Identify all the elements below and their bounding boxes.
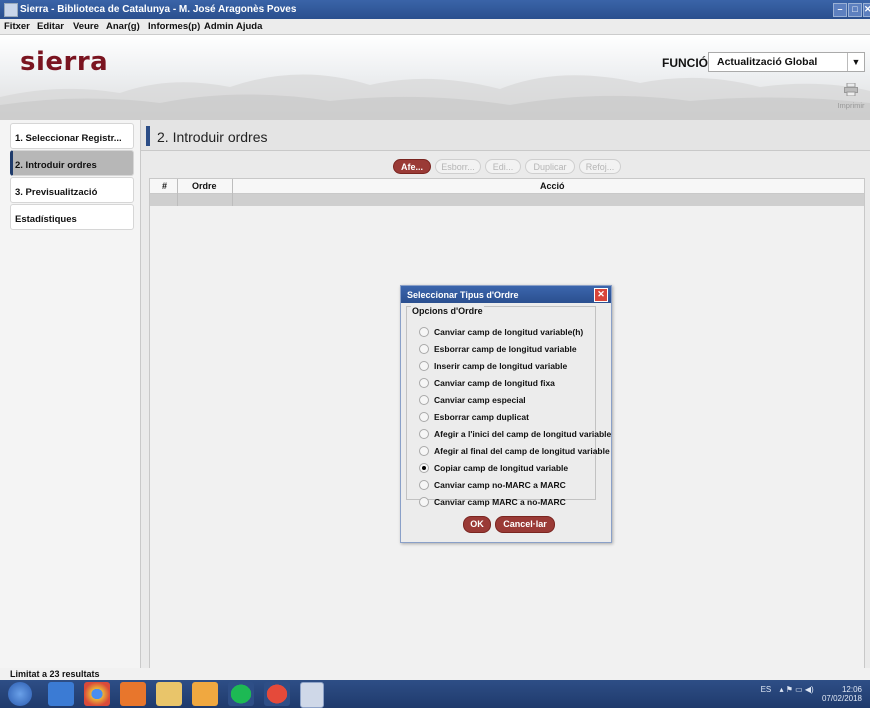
menu-informes[interactable]: Informes(p) — [148, 21, 200, 32]
printer-icon — [844, 82, 858, 97]
redo-button[interactable]: Refoj... — [579, 159, 621, 174]
window-title: Sierra - Biblioteca de Catalunya - M. Jo… — [20, 4, 297, 15]
radio-button[interactable] — [419, 429, 429, 439]
column-divider — [232, 179, 233, 206]
menu-fitxer[interactable]: Fitxer — [4, 21, 30, 32]
status-text: Limitat a 23 resultats — [10, 669, 100, 679]
tray-icons[interactable]: ▴ ⚑ ▭ ◀) — [779, 685, 813, 694]
chevron-down-icon[interactable]: ▼ — [847, 53, 864, 71]
duplicate-button[interactable]: Duplicar — [525, 159, 575, 174]
status-bar: Limitat a 23 resultats — [0, 668, 870, 680]
window-title-bar: Sierra - Biblioteca de Catalunya - M. Jo… — [0, 0, 870, 19]
table-header: # Ordre Acció — [150, 179, 864, 194]
option-label: Canviar camp de longitud fixa — [434, 378, 555, 388]
option-label: Inserir camp de longitud variable — [434, 361, 568, 371]
maximize-button[interactable]: □ — [848, 3, 862, 17]
option-label: Afegir al final del camp de longitud var… — [434, 446, 610, 456]
start-button[interactable] — [8, 682, 32, 706]
system-tray: ES ▴ ⚑ ▭ ◀) 12:06 07/02/2018 — [761, 685, 862, 703]
sierra-logo: sierra — [20, 47, 109, 77]
app-header: sierra FUNCIÓ Actualització Global ▼ Imp… — [0, 35, 870, 121]
radio-button[interactable] — [419, 378, 429, 388]
cancel-button[interactable]: Cancel·lar — [495, 516, 555, 533]
photos-icon[interactable] — [192, 682, 218, 706]
radio-button[interactable] — [419, 327, 429, 337]
nav-item-statistics[interactable]: Estadístiques — [10, 204, 134, 230]
windows-taskbar: ES ▴ ⚑ ▭ ◀) 12:06 07/02/2018 — [0, 680, 870, 708]
command-toolbar: Afe... Esborr... Edi... Duplicar Refoj..… — [141, 151, 870, 175]
section-header: 2. Introduir ordres — [141, 120, 870, 151]
select-command-type-dialog: Seleccionar Tipus d'Ordre ✕ Opcions d'Or… — [400, 285, 612, 543]
funcio-select[interactable]: Actualització Global ▼ — [708, 52, 865, 72]
option-label: Canviar camp de longitud variable(h) — [434, 327, 584, 337]
chrome-icon[interactable] — [84, 682, 110, 706]
print-label: Imprimir — [837, 101, 865, 110]
option-label: Esborrar camp de longitud variable — [434, 344, 577, 354]
table-row[interactable] — [150, 194, 864, 206]
menu-editar[interactable]: Editar — [37, 21, 64, 32]
funcio-label: FUNCIÓ — [662, 56, 708, 70]
option-label: Esborrar camp duplicat — [434, 412, 529, 422]
language-indicator[interactable]: ES — [761, 685, 772, 694]
app-icon — [4, 3, 18, 17]
option-label: Canviar camp no-MARC a MARC — [434, 480, 566, 490]
option-label: Canviar camp MARC a no-MARC — [434, 497, 566, 507]
spotify-icon[interactable] — [228, 682, 254, 706]
nav-item-select-records[interactable]: 1. Seleccionar Registr... — [10, 123, 134, 149]
add-button[interactable]: Afe... — [393, 159, 431, 174]
radio-button[interactable] — [419, 361, 429, 371]
menu-anar[interactable]: Anar(g) — [106, 21, 140, 32]
delete-button[interactable]: Esborr... — [435, 159, 481, 174]
menu-bar: Fitxer Editar Veure Anar(g) Informes(p) … — [0, 19, 870, 35]
menu-veure[interactable]: Veure — [73, 21, 99, 32]
option-label: Copiar camp de longitud variable — [434, 463, 569, 473]
column-number: # — [162, 181, 168, 191]
menu-admin[interactable]: Admin — [204, 21, 234, 32]
outlook-icon[interactable] — [120, 682, 146, 706]
column-divider — [177, 179, 178, 206]
column-accio: Acció — [540, 181, 565, 191]
nav-item-enter-commands[interactable]: 2. Introduir ordres — [10, 150, 134, 176]
edit-button[interactable]: Edi... — [485, 159, 521, 174]
nav-item-preview[interactable]: 3. Previsualització — [10, 177, 134, 203]
radio-button[interactable] — [419, 480, 429, 490]
radio-button[interactable] — [419, 395, 429, 405]
menu-ajuda[interactable]: Ajuda — [236, 21, 262, 32]
minimize-button[interactable]: – — [833, 3, 847, 17]
close-icon[interactable]: ✕ — [594, 288, 608, 302]
options-legend: Opcions d'Ordre — [411, 306, 484, 316]
clock-time: 12:06 — [841, 685, 862, 694]
radio-button-selected[interactable] — [419, 463, 429, 473]
page-title: 2. Introduir ordres — [157, 129, 268, 145]
print-button[interactable]: Imprimir — [834, 82, 868, 115]
mountain-banner — [0, 74, 870, 120]
left-nav: 1. Seleccionar Registr... 2. Introduir o… — [0, 120, 140, 668]
close-window-button[interactable]: ✕ — [863, 3, 870, 17]
radio-button[interactable] — [419, 412, 429, 422]
sierra-app-icon[interactable] — [264, 682, 290, 706]
word-icon[interactable] — [300, 682, 324, 708]
column-ordre: Ordre — [192, 181, 217, 191]
ok-button[interactable]: OK — [463, 516, 491, 533]
radio-button[interactable] — [419, 446, 429, 456]
clock-date: 07/02/2018 — [821, 694, 862, 703]
funcio-value: Actualització Global — [717, 56, 818, 68]
ie-icon[interactable] — [48, 682, 74, 706]
section-accent-bar — [146, 126, 150, 146]
option-label: Afegir a l'inici del camp de longitud va… — [434, 429, 612, 439]
file-explorer-icon[interactable] — [156, 682, 182, 706]
dialog-title: Seleccionar Tipus d'Ordre — [407, 290, 519, 300]
radio-button[interactable] — [419, 497, 429, 507]
option-label: Canviar camp especial — [434, 395, 526, 405]
dialog-title-bar: Seleccionar Tipus d'Ordre ✕ — [401, 286, 611, 303]
radio-button[interactable] — [419, 344, 429, 354]
